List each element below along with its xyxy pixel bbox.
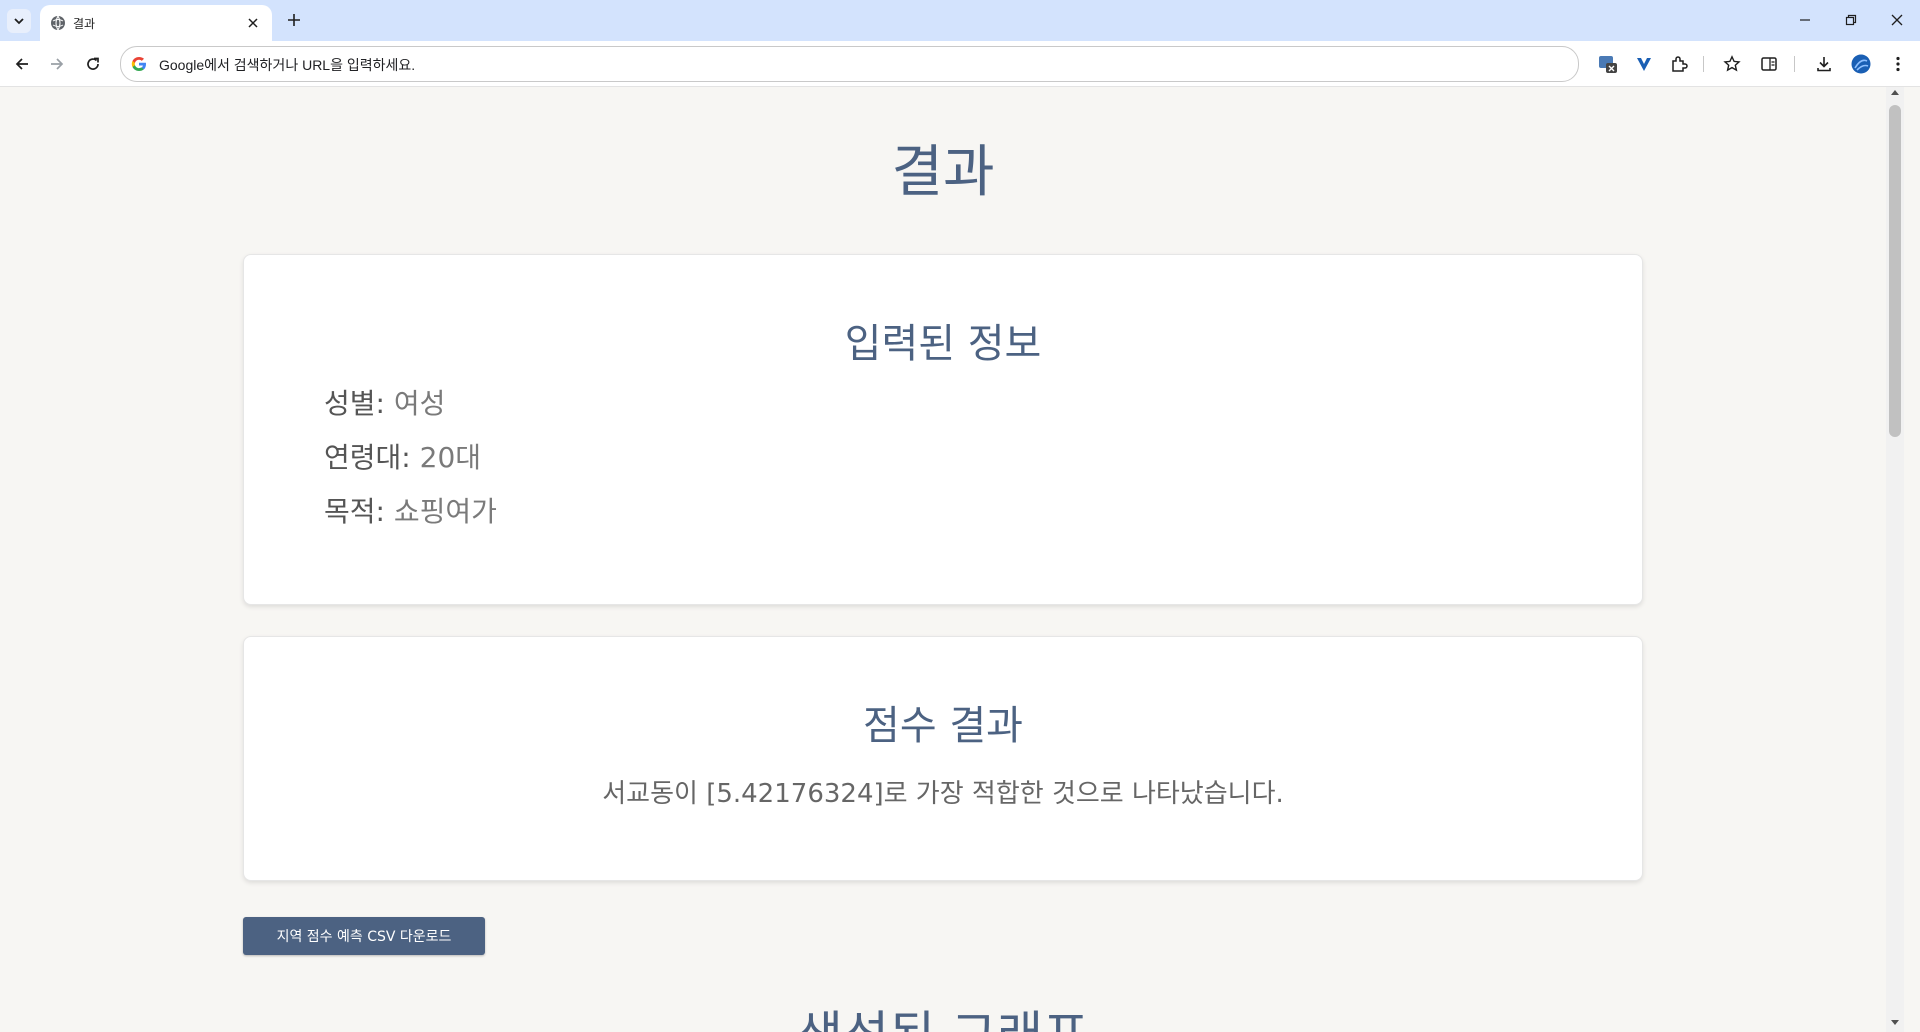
bookmark-button[interactable] bbox=[1720, 52, 1744, 76]
scroll-up-arrow[interactable] bbox=[1886, 89, 1904, 101]
profile-button[interactable] bbox=[1849, 52, 1873, 76]
chevron-down-icon bbox=[14, 18, 24, 25]
info-label: 목적: bbox=[324, 495, 385, 528]
tab-close-button[interactable] bbox=[244, 14, 262, 32]
scroll-thumb[interactable] bbox=[1889, 105, 1901, 437]
info-value: 여성 bbox=[393, 387, 446, 420]
info-value: 쇼핑여가 bbox=[393, 495, 497, 528]
globe-icon bbox=[51, 15, 65, 31]
new-tab-button[interactable] bbox=[282, 8, 306, 32]
triangle-down-icon bbox=[1891, 1020, 1899, 1025]
minimize-button[interactable] bbox=[1782, 6, 1828, 34]
info-row-purpose: 목적: 쇼핑여가 bbox=[324, 490, 497, 530]
vpn-extension-icon[interactable] bbox=[1632, 52, 1656, 76]
score-card: 점수 결과 서교동이 [5.42176324]로 가장 적합한 것으로 나타났습… bbox=[243, 636, 1643, 881]
more-vertical-icon bbox=[1896, 56, 1900, 72]
page-scrollbar[interactable] bbox=[1886, 87, 1904, 1032]
restore-icon bbox=[1845, 14, 1857, 26]
scroll-down-arrow[interactable] bbox=[1886, 1018, 1904, 1030]
puzzle-icon bbox=[1672, 56, 1688, 72]
close-icon bbox=[248, 18, 258, 28]
score-card-heading: 점수 결과 bbox=[863, 703, 1023, 749]
info-row-gender: 성별: 여성 bbox=[324, 382, 445, 422]
download-icon bbox=[1817, 57, 1831, 72]
csv-download-button[interactable]: 지역 점수 예측 CSV 다운로드 bbox=[243, 917, 485, 955]
reload-icon bbox=[87, 57, 99, 70]
side-panel-icon bbox=[1761, 57, 1777, 71]
google-icon bbox=[131, 57, 146, 71]
page-title: 결과 bbox=[891, 140, 995, 205]
triangle-up-icon bbox=[1891, 90, 1899, 95]
browser-toolbar bbox=[0, 41, 1920, 87]
info-card-heading: 입력된 정보 bbox=[844, 321, 1042, 367]
back-button[interactable] bbox=[8, 50, 36, 78]
star-icon bbox=[1723, 55, 1741, 72]
reading-list-button[interactable] bbox=[1757, 52, 1781, 76]
score-result-text: 서교동이 [5.42176324]로 가장 적합한 것으로 나타났습니다. bbox=[602, 779, 1284, 809]
info-value: 20대 bbox=[419, 441, 482, 474]
minimize-icon bbox=[1800, 19, 1810, 21]
restore-button[interactable] bbox=[1828, 6, 1874, 34]
info-label: 연령대: bbox=[324, 441, 411, 474]
tab-search-button[interactable] bbox=[7, 9, 31, 33]
toolbar-divider bbox=[1794, 56, 1795, 72]
downloads-button[interactable] bbox=[1812, 52, 1836, 76]
info-label: 성별: bbox=[324, 387, 385, 420]
v-shield-icon bbox=[1637, 58, 1651, 71]
toolbar-divider bbox=[1703, 56, 1704, 72]
reload-button[interactable] bbox=[79, 50, 107, 78]
close-window-button[interactable] bbox=[1874, 6, 1920, 34]
translate-extension-icon[interactable] bbox=[1596, 52, 1620, 76]
info-row-age: 연령대: 20대 bbox=[324, 436, 481, 476]
info-card: 입력된 정보 성별: 여성 연령대: 20대 목적: 쇼핑여가 bbox=[243, 254, 1643, 605]
address-bar[interactable] bbox=[120, 46, 1579, 82]
arrow-right-icon bbox=[51, 58, 64, 70]
graph-section-title: 생성된 그래프 bbox=[0, 995, 1886, 1032]
tab-strip: 결과 bbox=[0, 0, 1920, 41]
url-input[interactable] bbox=[157, 53, 1541, 77]
tab-title: 결과 bbox=[73, 17, 96, 31]
arrow-left-icon bbox=[15, 58, 28, 70]
tab-active[interactable]: 결과 bbox=[40, 5, 272, 41]
close-icon bbox=[1891, 14, 1903, 26]
plus-icon bbox=[288, 14, 300, 26]
avatar-icon bbox=[1851, 54, 1871, 74]
page-viewport: 결과 입력된 정보 성별: 여성 연령대: 20대 목적: 쇼핑여가 점수 결과… bbox=[0, 87, 1886, 1032]
forward-button[interactable] bbox=[43, 50, 71, 78]
translate-icon bbox=[1599, 56, 1617, 73]
extensions-button[interactable] bbox=[1667, 52, 1691, 76]
menu-button[interactable] bbox=[1886, 52, 1910, 76]
